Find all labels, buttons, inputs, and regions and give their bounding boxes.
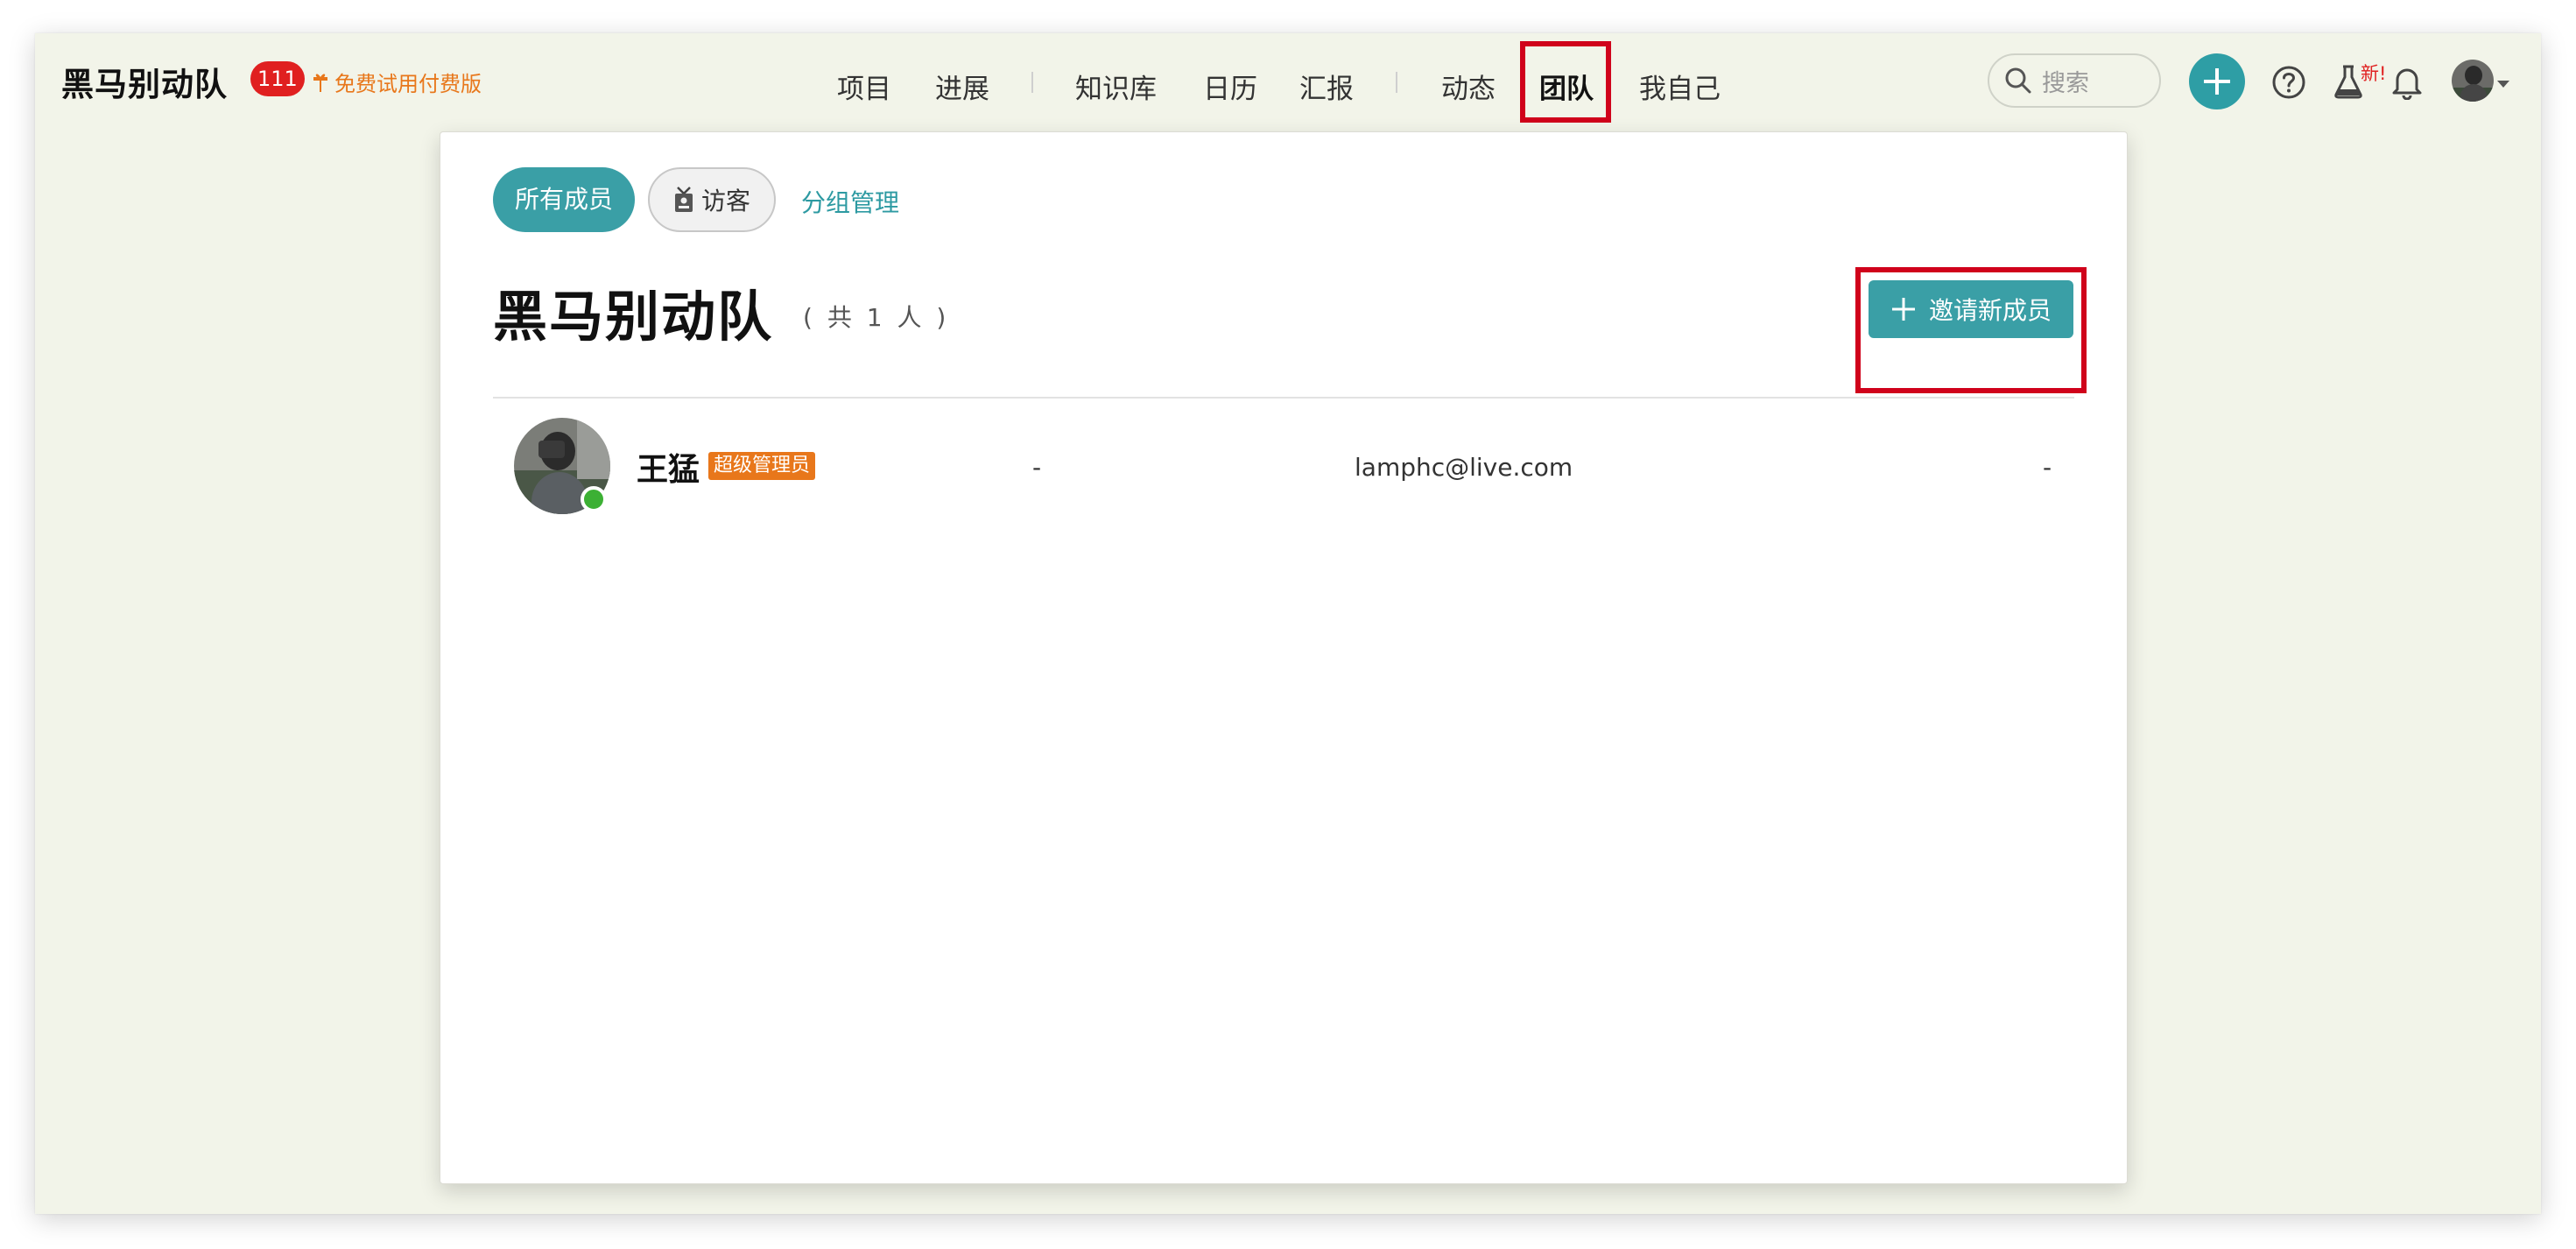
tab-all-members[interactable]: 所有成员 (493, 167, 635, 232)
member-field-placeholder: - (1032, 453, 1042, 482)
search-placeholder: 搜索 (2042, 69, 2089, 97)
member-count: ( 共 1 人 ) (803, 303, 950, 332)
team-members-panel: 所有成员 访客 分组管理 黑马别动队 ( 共 1 人 ) 邀请新成员 王猛 超级… (440, 131, 2128, 1184)
nav-separator (1396, 72, 1397, 93)
role-badge: 超级管理员 (708, 452, 816, 480)
badge-icon (674, 187, 693, 212)
nav-item-progress[interactable]: 进展 (935, 67, 989, 106)
tab-guests[interactable]: 访客 (648, 167, 776, 232)
avatar-image (2452, 60, 2494, 102)
nav-item-reports[interactable]: 汇报 (1299, 67, 1354, 106)
tab-guests-label: 访客 (700, 187, 750, 215)
lab-flask-icon[interactable] (2333, 63, 2364, 100)
search-box[interactable]: 搜索 (1988, 53, 2161, 108)
create-button[interactable] (2189, 53, 2245, 109)
nav-item-knowledge-base[interactable]: 知识库 (1075, 67, 1157, 106)
user-avatar[interactable] (2452, 60, 2494, 102)
main-nav: 项目 进展 知识库 日历 汇报 动态 团队 我自己 (35, 33, 2541, 128)
member-email: lamphc@live.com (1355, 453, 1573, 482)
member-row[interactable]: 王猛 超级管理员 - lamphc@live.com - (493, 399, 2074, 539)
member-name[interactable]: 王猛 (637, 444, 700, 490)
chevron-down-icon[interactable] (2497, 81, 2509, 88)
plus-icon (2204, 68, 2230, 95)
team-tab-highlight (1520, 41, 1611, 123)
nav-item-me[interactable]: 我自己 (1639, 67, 1721, 106)
nav-item-activity[interactable]: 动态 (1441, 67, 1496, 106)
help-icon[interactable] (2271, 65, 2306, 100)
new-feature-badge: 新! (2361, 63, 2387, 84)
member-field-placeholder: - (2043, 453, 2052, 482)
group-manage-link[interactable]: 分组管理 (801, 184, 899, 219)
invite-button-highlight (1855, 267, 2087, 393)
bell-icon[interactable] (2390, 63, 2424, 100)
nav-separator (1031, 72, 1033, 93)
online-status-icon (581, 486, 607, 512)
nav-item-projects[interactable]: 项目 (837, 67, 891, 106)
app-window: 黑马别动队 111 免费试用付费版 项目 进展 知识库 日历 汇报 动态 团队 … (35, 33, 2541, 1214)
page-title: 黑马别动队 (493, 285, 774, 349)
nav-item-calendar[interactable]: 日历 (1203, 67, 1257, 106)
search-icon (2005, 67, 2031, 94)
